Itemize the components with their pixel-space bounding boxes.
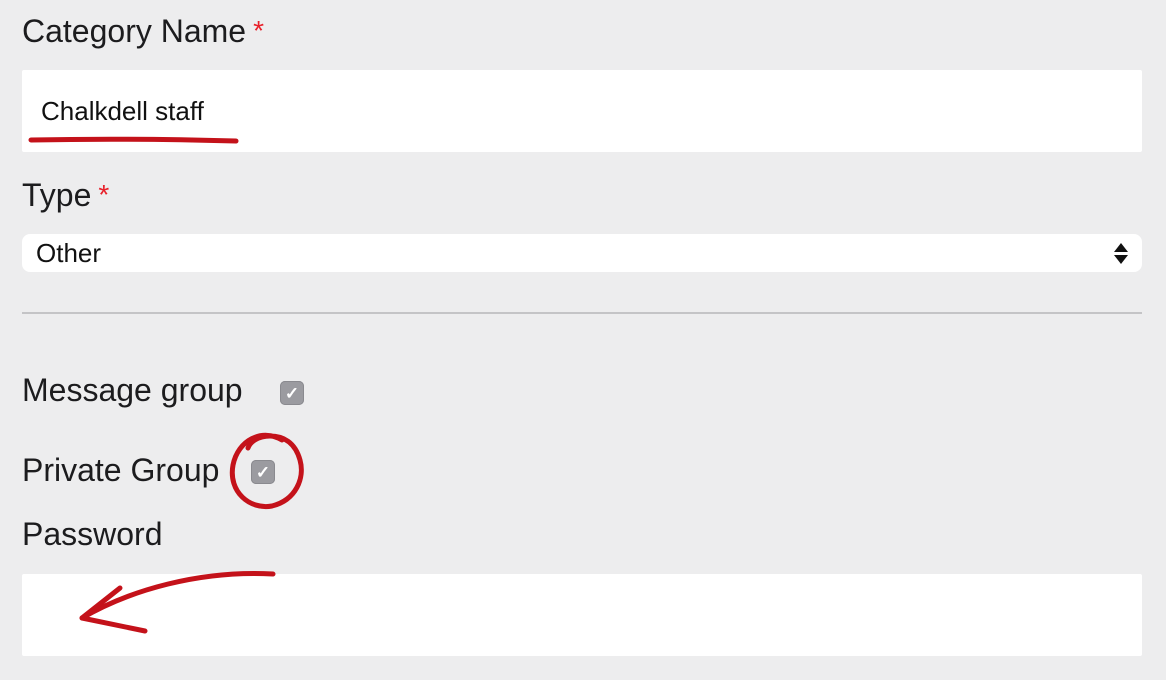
message-group-label: Message group bbox=[22, 372, 243, 408]
type-selected-value: Other bbox=[36, 237, 102, 268]
password-input[interactable] bbox=[22, 574, 1142, 656]
password-label: Password bbox=[22, 516, 163, 552]
private-group-label: Private Group bbox=[22, 452, 220, 488]
checkmark-icon: ✓ bbox=[284, 383, 300, 403]
required-asterisk: * bbox=[98, 179, 110, 210]
category-name-label: Category Name * bbox=[22, 11, 264, 51]
private-group-checkbox[interactable]: ✓ bbox=[251, 460, 275, 484]
type-label-text: Type bbox=[22, 177, 92, 213]
required-asterisk: * bbox=[253, 15, 264, 46]
category-name-input[interactable] bbox=[22, 70, 1142, 152]
category-name-label-text: Category Name bbox=[22, 13, 247, 49]
chevron-updown-icon bbox=[1114, 242, 1128, 264]
type-label: Type * bbox=[22, 175, 109, 215]
section-divider bbox=[22, 312, 1142, 314]
type-select[interactable]: Other bbox=[22, 234, 1142, 272]
checkmark-icon: ✓ bbox=[255, 462, 271, 482]
message-group-checkbox[interactable]: ✓ bbox=[280, 381, 304, 405]
